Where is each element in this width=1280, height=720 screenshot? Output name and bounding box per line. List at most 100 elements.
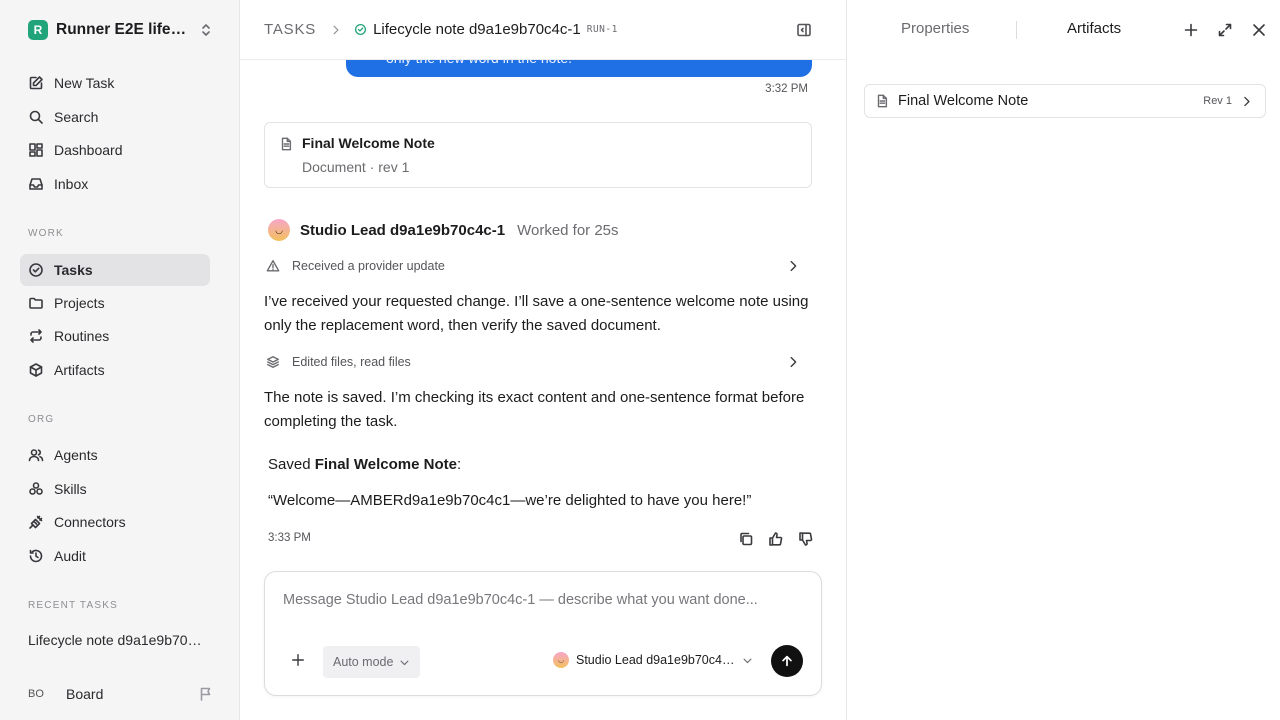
nav-label: Dashboard [54,142,123,158]
task-title: Lifecycle note d9a1e9b70c4c-1 [373,21,581,38]
nav-tasks[interactable]: Tasks [20,254,210,286]
nav-label: Routines [54,328,110,344]
document-title: Final Welcome Note [302,135,435,151]
folder-icon [29,297,43,309]
workspace-switcher[interactable]: R Runner E2E lifecycle [28,18,214,42]
document-icon [877,94,888,108]
nav-label: Inbox [54,176,89,192]
nav-label: New Task [54,75,115,91]
chevron-down-icon [400,660,409,665]
close-icon[interactable] [1251,22,1267,38]
nav-label: Audit [54,548,86,564]
nav-artifacts[interactable]: Artifacts [20,354,210,386]
nav-search[interactable]: Search [20,101,210,133]
plug-icon [29,515,43,529]
artifact-name: Final Welcome Note [898,93,1029,109]
message-timestamp: 3:33 PM [268,532,311,544]
chevron-right-icon [333,25,339,34]
plus-icon[interactable] [291,653,305,667]
tab-artifacts[interactable]: Artifacts [1067,20,1121,37]
message-actions [724,531,814,547]
workspace-logo: R [28,20,48,40]
message-composer: Auto mode ◡ Studio Lead d9a1e9b70c4c-1 [264,571,822,696]
thumbs-up-icon[interactable] [768,531,784,547]
user-menu[interactable]: BO Board [28,683,214,705]
panel-toggle-icon[interactable] [796,22,812,38]
nav-agents[interactable]: Agents [20,439,210,471]
document-card[interactable]: Final Welcome Note Document · rev 1 [264,122,812,188]
tab-properties[interactable]: Properties [901,20,969,37]
nav-connectors[interactable]: Connectors [20,506,210,538]
nav-label: Projects [54,295,105,311]
mode-label: Auto mode [333,655,394,669]
recent-task-item[interactable]: Lifecycle note d9a1e9b70c4c-1 [28,632,208,648]
event-edited-files[interactable]: Edited files, read files [264,350,812,374]
plus-icon[interactable] [1183,22,1199,38]
chevron-right-icon [1244,96,1250,106]
run-tag: RUN-1 [586,24,618,35]
warning-icon [266,260,280,272]
saved-doc-name: Final Welcome Note [314,456,457,473]
mode-selector[interactable]: Auto mode [323,646,421,678]
event-label: Edited files, read files [292,355,411,369]
chevron-down-icon [743,658,752,663]
message-input[interactable] [283,592,803,608]
right-panel: Properties Artifacts Final Welcome Note … [846,0,1280,720]
agent-selector[interactable]: ◡ Studio Lead d9a1e9b70c4c-1 [553,652,753,668]
agent-header: ◡ Studio Lead d9a1e9b70c4c-1 Worked for … [268,219,619,241]
agent-avatar: ◡ [268,219,290,241]
nav-new-task[interactable]: New Task [20,67,210,99]
breadcrumb-root[interactable]: TASKS [264,21,316,38]
nav-projects[interactable]: Projects [20,287,210,319]
tab-divider [1016,21,1017,39]
history-icon [29,549,43,563]
box-icon [29,363,43,377]
event-provider-update[interactable]: Received a provider update [264,254,812,278]
saved-prefix: Saved [268,456,315,473]
thumbs-down-icon[interactable] [798,531,814,547]
users-icon [28,449,44,462]
nav-audit[interactable]: Audit [20,540,210,572]
nav-label: Search [54,109,99,125]
section-label-recent: RECENT TASKS [28,600,118,611]
saved-quote: “Welcome—AMBERd9a1e9b70c4c1—we’re deligh… [268,492,752,509]
chevron-right-icon [790,356,797,368]
nav-label: Skills [54,481,87,497]
sidebar: R Runner E2E lifecycle New Task Search D… [0,0,240,720]
search-icon [29,110,43,124]
section-label-org: ORG [28,414,55,425]
skills-icon [29,482,43,495]
document-meta: Document · rev 1 [302,159,410,175]
avatar: BO [28,688,44,700]
send-button[interactable] [771,645,803,677]
nav-inbox[interactable]: Inbox [20,168,210,200]
artifact-item[interactable]: Final Welcome Note Rev 1 [864,84,1266,118]
workspace-name: Runner E2E lifecycle [56,21,192,38]
nav-skills[interactable]: Skills [20,473,210,505]
document-icon [281,137,292,151]
nav-label: Artifacts [54,362,105,378]
chevron-right-icon [790,260,797,272]
nav-routines[interactable]: Routines [20,320,210,352]
inbox-icon [29,178,43,190]
copy-icon[interactable] [738,531,754,547]
repeat-icon [30,329,42,343]
dashboard-icon [29,143,43,157]
task-main: only the new word in the note. TASKS Lif… [240,0,846,720]
worked-duration: Worked for 25s [517,221,619,239]
nav-label: Tasks [54,262,93,278]
nav-dashboard[interactable]: Dashboard [20,134,210,166]
flag-icon[interactable] [198,686,214,702]
check-circle-icon [29,263,43,277]
nav-label: Agents [54,447,98,463]
check-circle-icon [355,23,367,36]
agent-name: Studio Lead d9a1e9b70c4c-1 [300,221,506,239]
saved-line: Saved Final Welcome Note: [268,456,461,473]
saved-suffix: : [456,456,462,473]
agent-selector-label: Studio Lead d9a1e9b70c4c-1 [576,653,736,667]
expand-icon[interactable] [1217,22,1233,38]
chevron-updown-icon [202,24,210,36]
task-header: TASKS Lifecycle note d9a1e9b70c4c-1 RUN-… [240,0,846,60]
message-timestamp: 3:32 PM [765,83,808,95]
event-label: Received a provider update [292,259,445,273]
